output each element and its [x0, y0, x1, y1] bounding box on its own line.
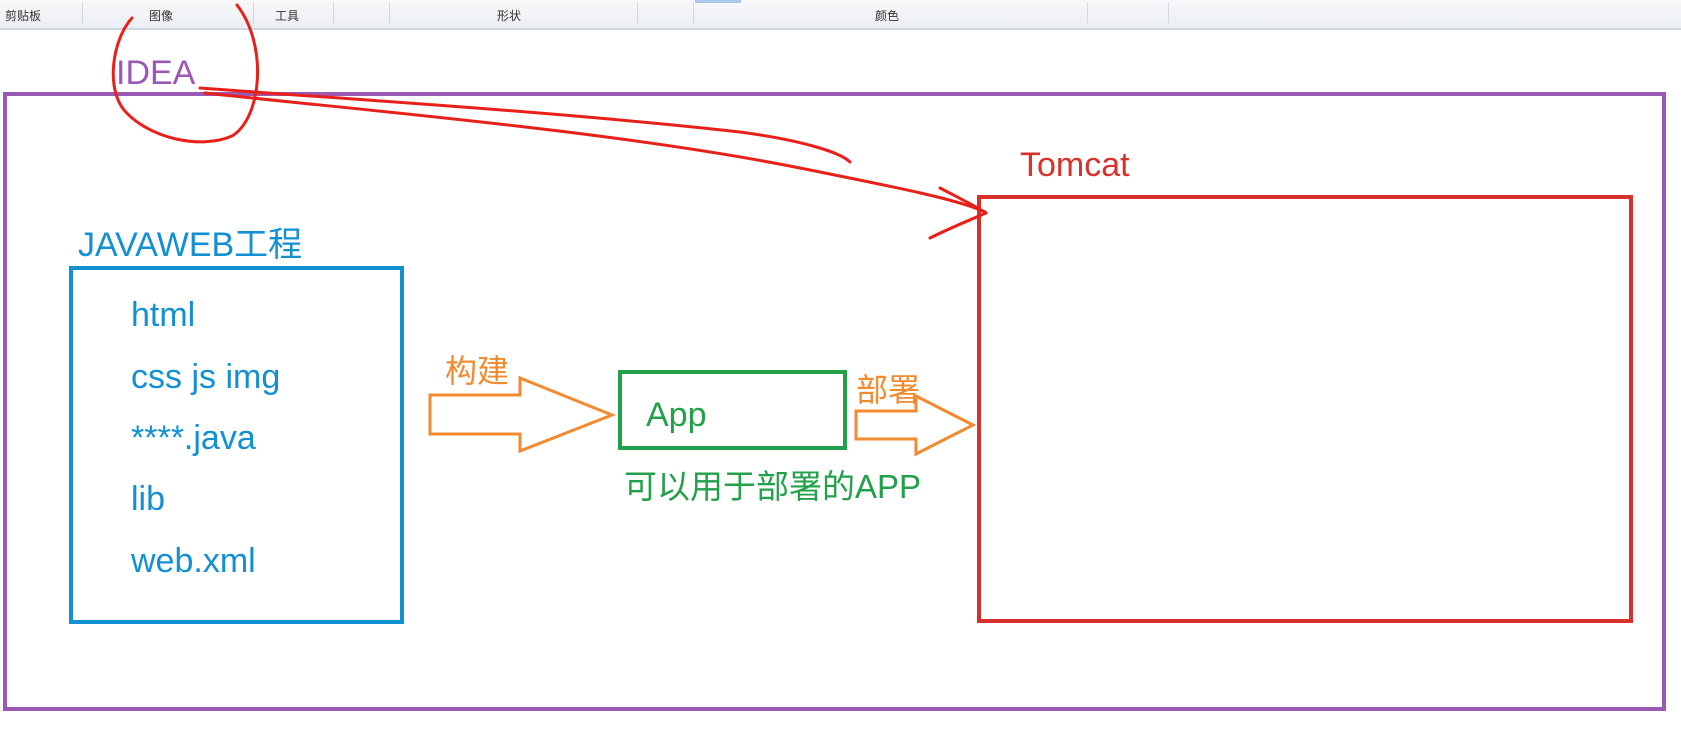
project-item-java: ****.java — [131, 419, 256, 457]
tomcat-box — [977, 195, 1633, 623]
annotation-stroke-1 — [198, 86, 852, 164]
canvas: 剪贴板 图像 工具 形状 颜色 IDEA Tomcat JAVAWEB工程 ht… — [0, 0, 1681, 730]
idea-frame — [3, 92, 1666, 711]
idea-label: IDEA — [116, 54, 196, 92]
annotation-stroke-2 — [203, 91, 987, 214]
deploy-label: 部署 — [856, 372, 921, 408]
artifact-label: App — [646, 396, 707, 434]
tomcat-label: Tomcat — [1020, 146, 1130, 184]
build-label: 构建 — [445, 353, 510, 389]
project-item-html: html — [131, 296, 196, 334]
project-title: JAVAWEB工程 — [78, 226, 303, 264]
artifact-caption: 可以用于部署的APP — [624, 468, 922, 505]
project-item-webxml: web.xml — [131, 542, 256, 580]
project-item-assets: css js img — [131, 358, 281, 396]
project-item-lib: lib — [131, 480, 166, 518]
